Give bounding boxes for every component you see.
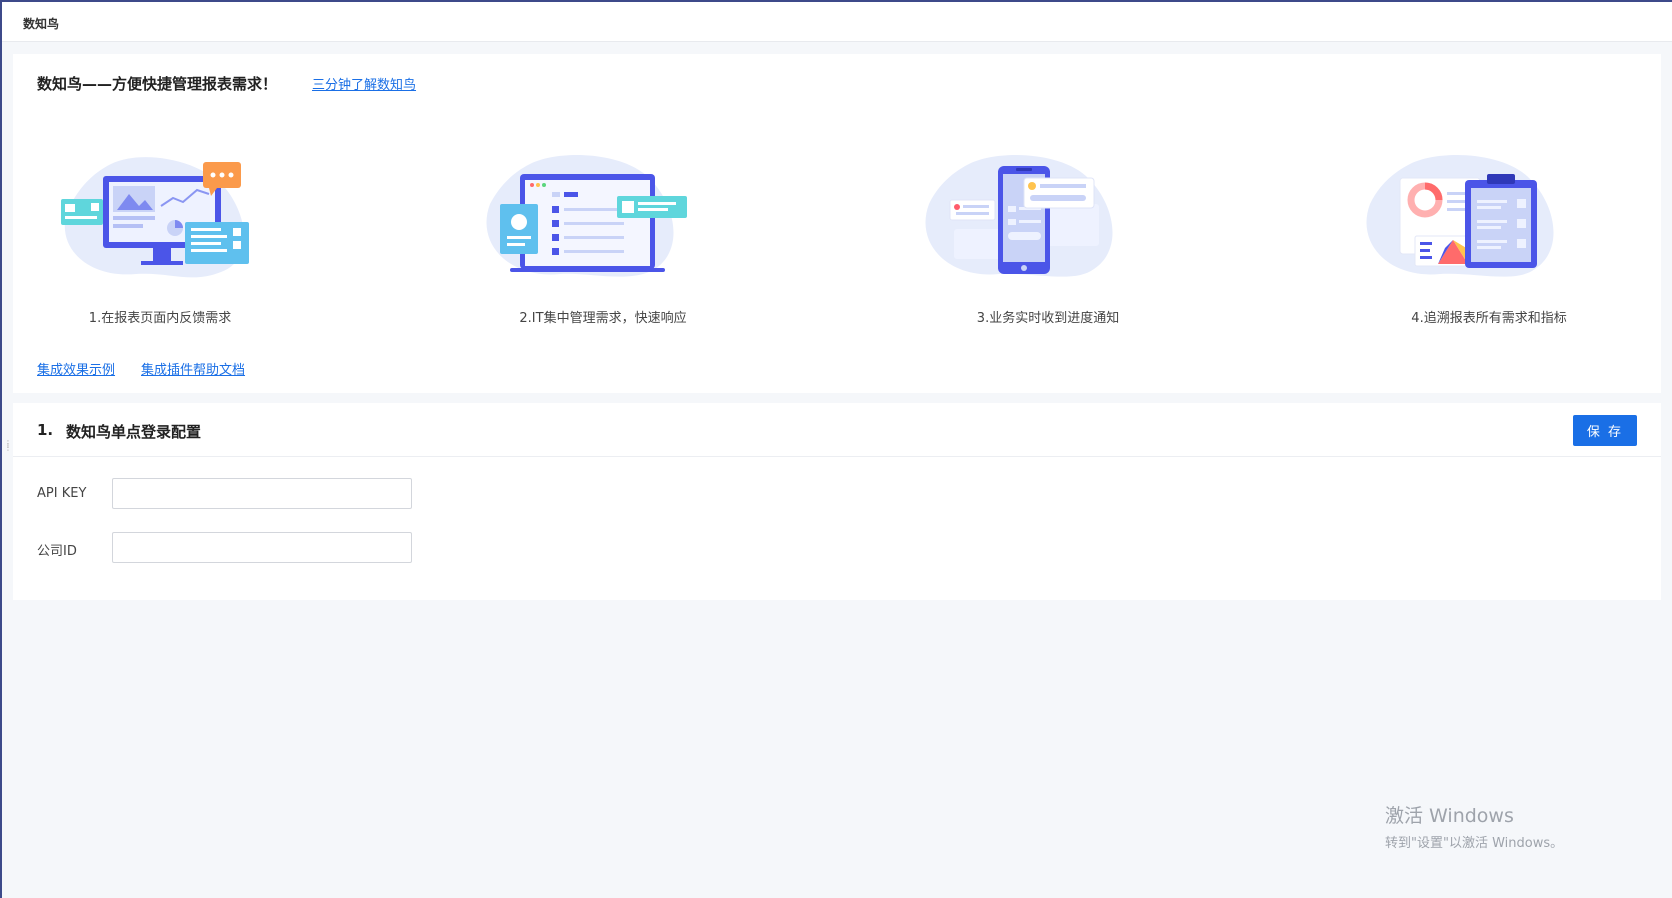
feature-4: 4.追溯报表所有需求和指标 — [1365, 144, 1625, 344]
section-number: 1. — [37, 421, 54, 439]
feature-1: 1.在报表页面内反馈需求 — [41, 144, 301, 344]
feature-label-1: 1.在报表页面内反馈需求 — [88, 311, 232, 326]
windows-activation-watermark: 激活 Windows 转到"设置"以激活 Windows。 — [1385, 801, 1563, 851]
watermark-subtitle: 转到"设置"以激活 Windows。 — [1385, 836, 1564, 851]
integration-example-link[interactable]: 集成效果示例 — [37, 359, 115, 378]
section-header: 1. 数知鸟单点登录配置 保 存 — [13, 403, 1661, 457]
company-id-input[interactable] — [112, 532, 412, 563]
phone-illustration-icon — [925, 155, 1113, 277]
intro-card: 数知鸟——方便快捷管理报表需求！ 三分钟了解数知鸟 1.在报表页面内反馈需求 2… — [13, 54, 1661, 393]
laptop-illustration-icon — [486, 155, 687, 277]
feature-label-3: 3.业务实时收到进度通知 — [976, 311, 1120, 326]
feature-label-2: 2.IT集中管理需求，快速响应 — [519, 311, 687, 326]
save-button[interactable]: 保 存 — [1573, 415, 1637, 446]
section-title: 数知鸟单点登录配置 — [66, 423, 202, 441]
plugin-help-doc-link[interactable]: 集成插件帮助文档 — [141, 359, 245, 378]
clipboard-illustration-icon — [1366, 155, 1554, 277]
watermark-title: 激活 Windows — [1385, 805, 1514, 827]
feature-2: 2.IT集中管理需求，快速响应 — [480, 144, 740, 344]
learn-more-link[interactable]: 三分钟了解数知鸟 — [312, 74, 416, 93]
feature-label-4: 4.追溯报表所有需求和指标 — [1411, 311, 1567, 326]
app-title: 数知鸟 — [23, 17, 60, 31]
app-page: 数知鸟 数知鸟——方便快捷管理报表需求！ 三分钟了解数知鸟 1.在报表页面内反馈… — [0, 0, 1672, 898]
top-bar: 数知鸟 — [2, 2, 1672, 42]
api-key-label: API KEY — [37, 486, 87, 501]
intro-title: 数知鸟——方便快捷管理报表需求！ — [37, 75, 278, 93]
company-id-label: 公司ID — [37, 544, 77, 559]
drag-handle-icon[interactable]: ⋮ ⋮ — [4, 440, 12, 456]
window-left-edge — [0, 0, 2, 898]
monitor-illustration-icon — [61, 157, 249, 278]
feature-3: 3.业务实时收到进度通知 — [924, 144, 1184, 344]
api-key-input[interactable] — [112, 478, 412, 509]
sso-config-card: 1. 数知鸟单点登录配置 保 存 API KEY 公司ID — [13, 403, 1661, 600]
